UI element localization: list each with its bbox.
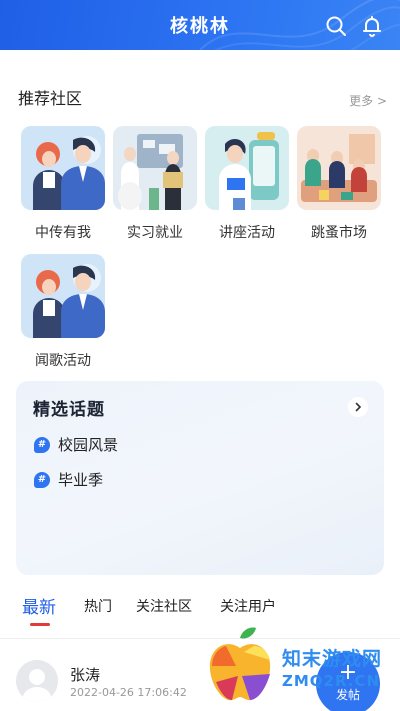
topic-label: 校园风景 bbox=[58, 436, 119, 454]
section-title-recommended: 推荐社区 bbox=[18, 89, 83, 108]
community-label: 实习就业 bbox=[127, 225, 183, 241]
community-image bbox=[205, 126, 289, 210]
community-card[interactable]: 实习就业 bbox=[113, 126, 197, 242]
new-post-label: 发帖 bbox=[335, 688, 360, 702]
tab-followed-communities[interactable]: 关注社区 bbox=[136, 596, 192, 616]
community-card[interactable]: 闻歌活动 bbox=[21, 254, 105, 370]
community-label: 讲座活动 bbox=[219, 225, 275, 241]
chevron-right-icon bbox=[355, 402, 362, 412]
divider bbox=[0, 638, 400, 639]
tab-hot[interactable]: 热门 bbox=[84, 596, 112, 616]
search-icon[interactable] bbox=[324, 14, 348, 38]
more-link[interactable]: 更多 > bbox=[349, 92, 387, 109]
app-header: 核桃林 bbox=[0, 0, 400, 50]
community-label: 闻歌活动 bbox=[35, 353, 91, 369]
community-label: 中传有我 bbox=[35, 225, 91, 241]
community-image bbox=[113, 126, 197, 210]
topic-item[interactable]: # 毕业季 bbox=[34, 469, 103, 490]
avatar[interactable] bbox=[16, 660, 58, 702]
hash-icon: # bbox=[34, 436, 50, 453]
bell-icon[interactable] bbox=[360, 14, 384, 38]
community-card[interactable]: 跳蚤市场 bbox=[297, 126, 381, 242]
community-image bbox=[21, 254, 105, 338]
hash-icon: # bbox=[34, 471, 50, 488]
topic-item[interactable]: # 校园风景 bbox=[34, 434, 118, 455]
tab-latest[interactable]: 最新 bbox=[22, 593, 56, 618]
new-post-button[interactable]: + 发帖 bbox=[316, 652, 380, 711]
tab-indicator bbox=[30, 623, 50, 626]
topic-label: 毕业季 bbox=[58, 471, 104, 489]
community-card[interactable]: 中传有我 bbox=[21, 126, 105, 242]
featured-topics-card: 精选话题 # 校园风景 # 毕业季 bbox=[16, 381, 384, 575]
post-timestamp: 2022-04-26 17:06:42 bbox=[70, 686, 187, 699]
feed-tabs: 最新 热门 关注社区 关注用户 bbox=[0, 596, 400, 636]
topics-title: 精选话题 bbox=[33, 400, 105, 420]
user-avatar-icon bbox=[16, 660, 58, 702]
community-image bbox=[21, 126, 105, 210]
plus-icon: + bbox=[338, 660, 358, 685]
community-image bbox=[297, 126, 381, 210]
topics-more-button[interactable] bbox=[348, 397, 368, 417]
community-label: 跳蚤市场 bbox=[311, 225, 367, 241]
tab-followed-users[interactable]: 关注用户 bbox=[220, 596, 276, 616]
post-username[interactable]: 张涛 bbox=[70, 664, 100, 685]
community-card[interactable]: 讲座活动 bbox=[205, 126, 289, 242]
